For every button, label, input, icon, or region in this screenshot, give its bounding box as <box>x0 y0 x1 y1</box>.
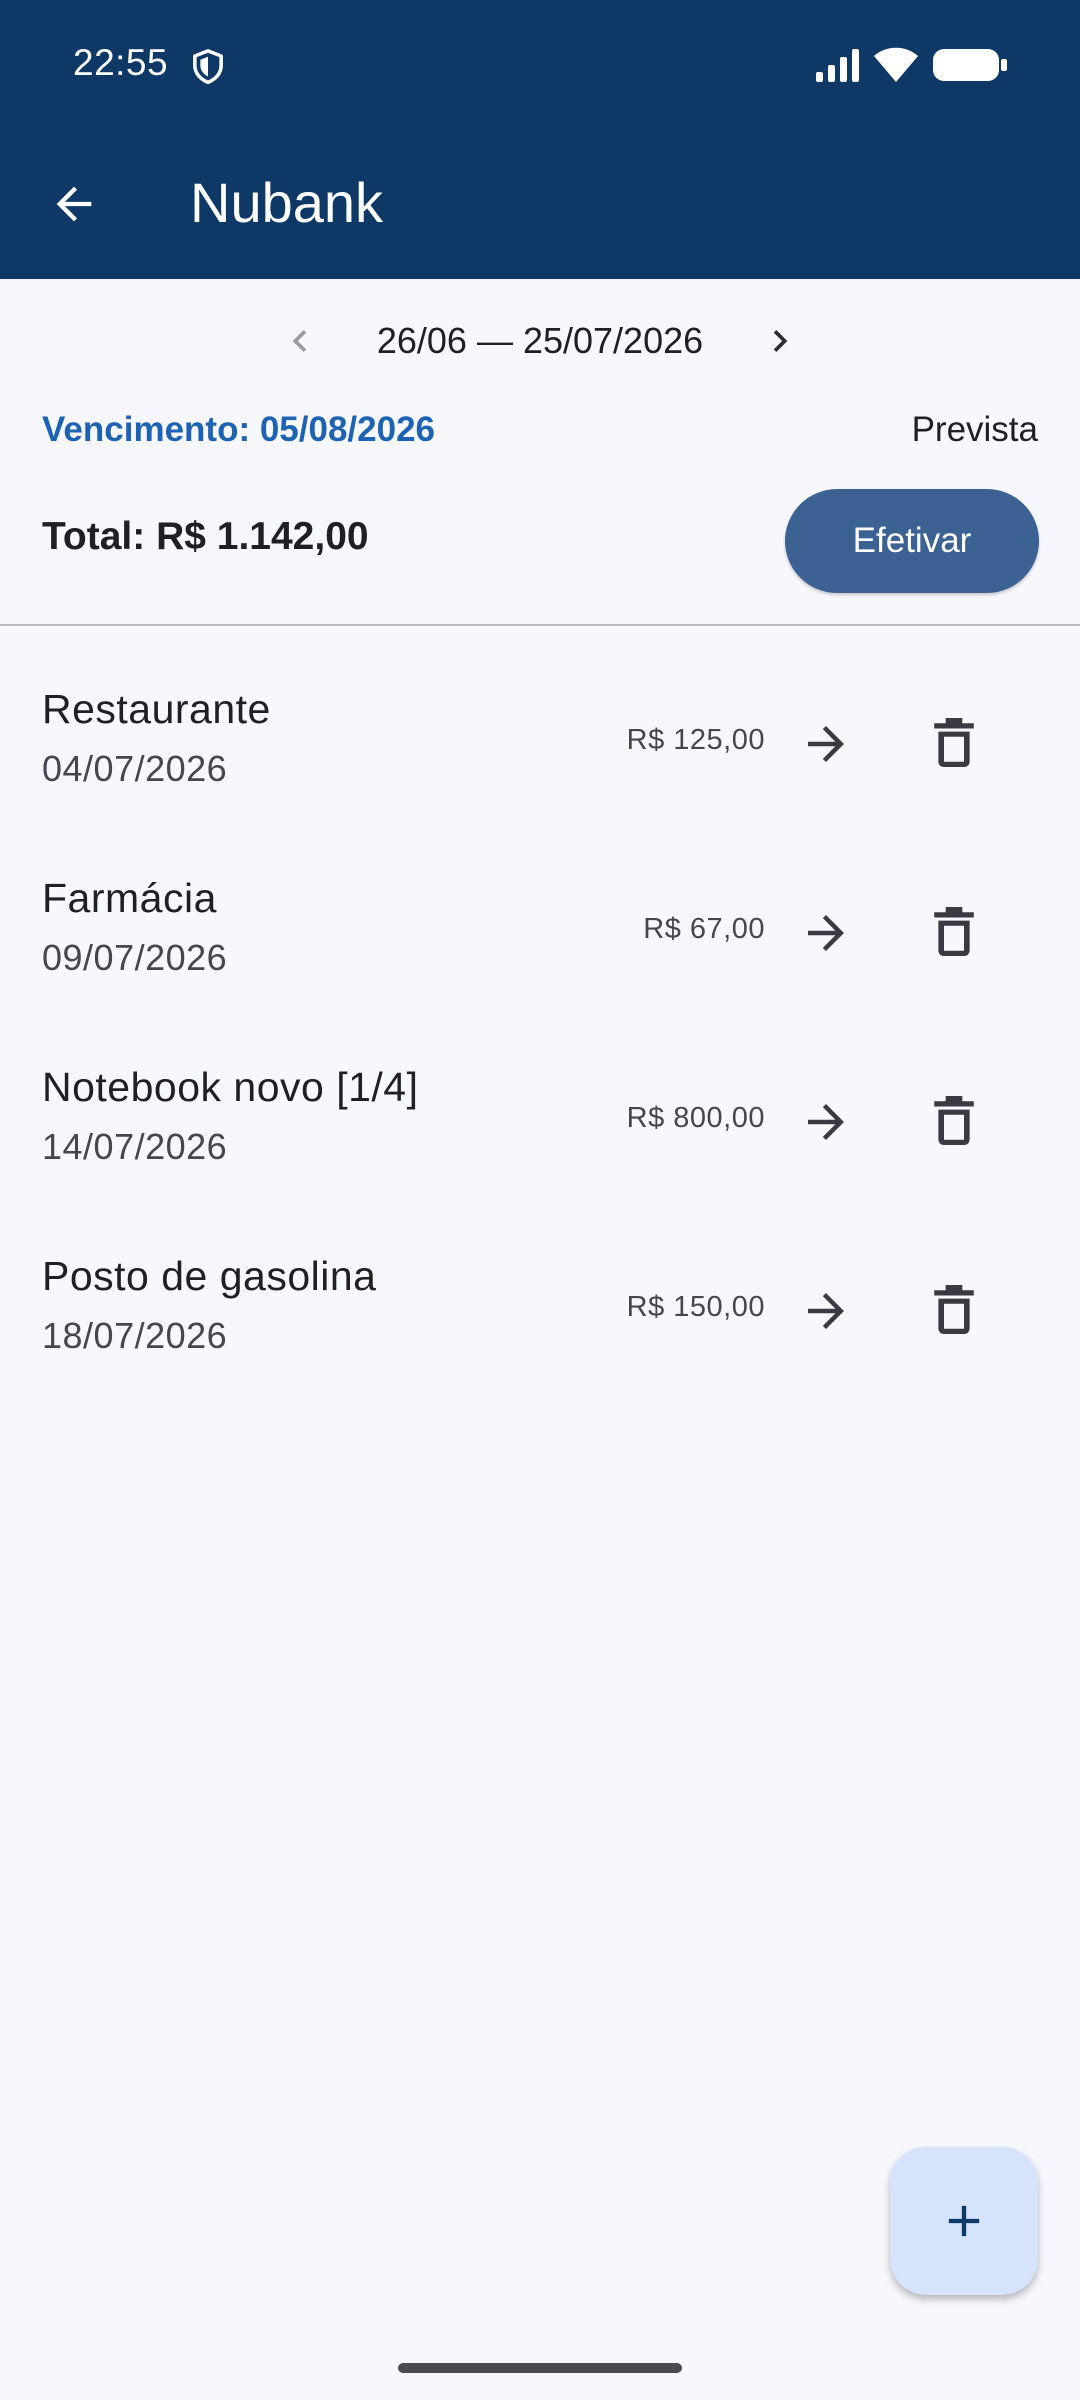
due-date: Vencimento: 05/08/2026 <box>42 410 435 449</box>
transaction-title: Farmácia <box>42 875 217 921</box>
transaction-date: 09/07/2026 <box>42 937 228 978</box>
page-title: Nubank <box>190 171 384 234</box>
status-badge: Prevista <box>911 410 1038 449</box>
chevron-right-icon <box>773 330 788 352</box>
period-navigator: 26/06 — 25/07/2026 <box>0 306 1080 376</box>
transaction-amount: R$ 800,00 <box>626 1102 765 1134</box>
transaction-title: Notebook novo [1/4] <box>42 1064 419 1110</box>
app-bar: 22:55 Nubank <box>0 0 1080 279</box>
list-item[interactable]: Farmácia 09/07/2026 R$ 67,00 <box>0 839 1080 1028</box>
arrow-forward-icon <box>808 1104 844 1140</box>
total-amount: Total: R$ 1.142,00 <box>42 515 369 558</box>
transaction-amount: R$ 150,00 <box>626 1291 765 1323</box>
next-period-button[interactable] <box>752 306 808 376</box>
move-button[interactable] <box>796 1275 856 1347</box>
move-button[interactable] <box>796 1086 856 1158</box>
transaction-amount: R$ 67,00 <box>643 913 765 945</box>
period-label: 26/06 — 25/07/2026 <box>376 320 704 361</box>
back-button[interactable] <box>38 168 110 240</box>
trash-icon <box>934 1096 974 1145</box>
transaction-date: 14/07/2026 <box>42 1126 228 1167</box>
transaction-title: Restaurante <box>42 686 271 732</box>
chevron-left-icon <box>292 330 307 352</box>
move-button[interactable] <box>796 708 856 780</box>
status-time: 22:55 <box>73 42 169 83</box>
previous-period-button[interactable] <box>272 306 328 376</box>
shield-icon <box>193 49 223 85</box>
delete-button[interactable] <box>924 895 984 967</box>
list-item[interactable]: Notebook novo [1/4] 14/07/2026 R$ 800,00 <box>0 1028 1080 1217</box>
trash-icon <box>934 907 974 956</box>
arrow-forward-icon <box>808 726 844 762</box>
trash-icon <box>934 718 974 767</box>
signal-icon <box>816 49 859 82</box>
list-item[interactable]: Posto de gasolina 18/07/2026 R$ 150,00 <box>0 1217 1080 1406</box>
wifi-icon <box>874 47 918 82</box>
transaction-title: Posto de gasolina <box>42 1253 377 1299</box>
arrow-back-icon <box>56 186 92 222</box>
plus-icon <box>948 2205 980 2237</box>
transaction-date: 18/07/2026 <box>42 1315 228 1356</box>
efetivar-button[interactable]: Efetivar <box>785 489 1039 593</box>
add-transaction-button[interactable] <box>890 2147 1038 2295</box>
transaction-amount: R$ 125,00 <box>626 724 765 756</box>
delete-button[interactable] <box>924 1273 984 1345</box>
arrow-forward-icon <box>808 915 844 951</box>
trash-icon <box>934 1285 974 1334</box>
transaction-list: Restaurante 04/07/2026 R$ 125,00 Farmáci… <box>0 650 1080 1406</box>
delete-button[interactable] <box>924 1084 984 1156</box>
battery-icon <box>933 49 1007 81</box>
delete-button[interactable] <box>924 706 984 778</box>
move-button[interactable] <box>796 897 856 969</box>
home-indicator[interactable] <box>398 2363 682 2373</box>
divider <box>0 624 1080 626</box>
arrow-forward-icon <box>808 1293 844 1329</box>
transaction-date: 04/07/2026 <box>42 748 228 789</box>
list-item[interactable]: Restaurante 04/07/2026 R$ 125,00 <box>0 650 1080 839</box>
status-bar: 22:55 <box>0 0 1080 130</box>
